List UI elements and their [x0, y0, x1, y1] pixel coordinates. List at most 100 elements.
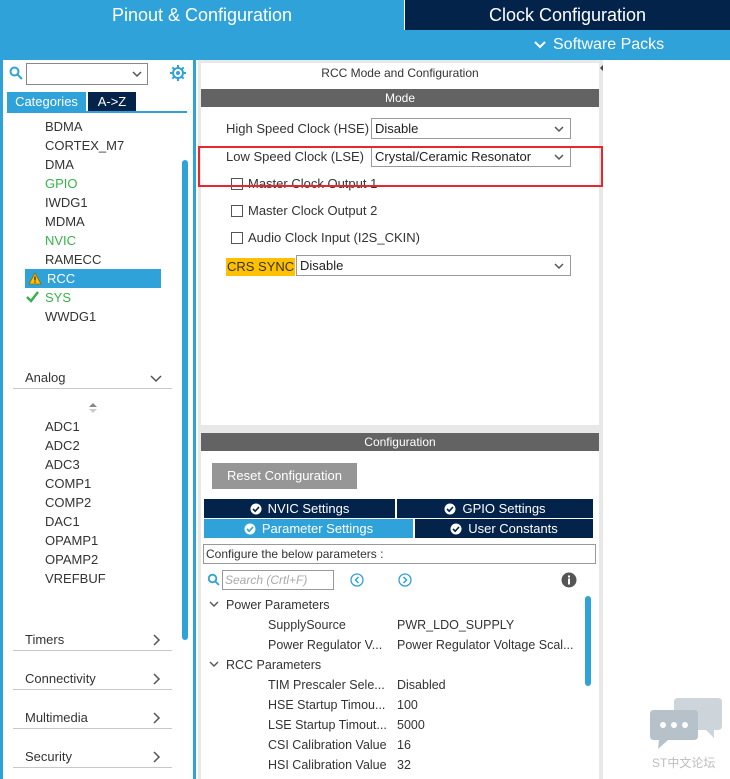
tab-underline	[7, 111, 187, 113]
category-item-dma[interactable]: DMA	[45, 156, 74, 174]
param-key: LSE Startup Timout...	[268, 718, 387, 732]
chevron-down-icon	[534, 41, 546, 49]
reset-configuration-button[interactable]: Reset Configuration	[212, 463, 357, 489]
audio-clock-label: Audio Clock Input (I2S_CKIN)	[248, 230, 420, 245]
tab-clock-configuration[interactable]: Clock Configuration	[405, 0, 730, 30]
mode-header: Mode	[201, 89, 599, 107]
expand-caret-icon[interactable]	[209, 599, 219, 609]
tab-gpio-settings[interactable]: GPIO Settings	[397, 499, 593, 518]
software-packs-menu[interactable]: Software Packs	[533, 34, 664, 56]
param-value[interactable]: PWR_LDO_SUPPLY	[397, 617, 514, 633]
panel-border	[0, 60, 3, 779]
param-value[interactable]: 5000	[397, 717, 425, 733]
section-label: Security	[25, 749, 72, 764]
category-item-adc2[interactable]: ADC2	[45, 437, 80, 455]
group-power-parameters: Power Parameters	[226, 598, 330, 612]
check-circle-icon	[444, 503, 456, 514]
crs-sync-select[interactable]: Disable	[296, 255, 571, 276]
categories-scrollbar[interactable]	[182, 160, 188, 640]
group-rcc-parameters: RCC Parameters	[226, 658, 322, 672]
chevron-down-icon	[132, 71, 142, 78]
parameters-scrollbar[interactable]	[585, 596, 591, 686]
next-icon[interactable]	[398, 573, 412, 587]
expand-caret-icon[interactable]	[209, 659, 219, 669]
sort-icon[interactable]	[88, 402, 98, 414]
software-packs-label: Software Packs	[553, 36, 665, 53]
category-item-dac1[interactable]: DAC1	[45, 513, 80, 531]
param-key: HSI Calibration Value	[268, 758, 387, 772]
warning-icon	[28, 272, 42, 285]
check-circle-icon	[250, 503, 262, 514]
chevron-right-icon	[153, 634, 161, 646]
chevron-down-icon	[554, 263, 564, 270]
tab-nvic-settings[interactable]: NVIC Settings	[204, 499, 395, 518]
section-label: Analog	[25, 370, 66, 385]
param-value[interactable]: 16	[397, 737, 411, 753]
panel-title: RCC Mode and Configuration	[321, 66, 479, 80]
audio-clock-checkbox[interactable]	[231, 232, 243, 244]
select-value: Disable	[300, 258, 344, 273]
section-timers[interactable]: Timers	[13, 629, 172, 651]
tab-label: User Constants	[468, 521, 558, 536]
param-value[interactable]: 32	[397, 757, 411, 773]
category-item-bdma[interactable]: BDMA	[45, 118, 83, 136]
previous-icon[interactable]	[350, 573, 364, 587]
select-value: Disable	[375, 121, 419, 136]
category-item-nvic[interactable]: NVIC	[45, 232, 76, 250]
param-value[interactable]: Disabled	[397, 677, 446, 693]
tab-categories[interactable]: Categories	[7, 92, 86, 111]
chevron-down-icon	[150, 375, 162, 383]
hse-select[interactable]: Disable	[371, 118, 571, 139]
crs-sync-label: CRS SYNC	[226, 258, 296, 276]
param-key: CSI Calibration Value	[268, 738, 387, 752]
category-item-opamp1[interactable]: OPAMP1	[45, 532, 98, 550]
tab-label: NVIC Settings	[267, 501, 350, 516]
chevron-right-icon	[153, 673, 161, 685]
check-circle-icon	[244, 523, 256, 534]
category-item-comp2[interactable]: COMP2	[45, 494, 91, 512]
category-item-gpio[interactable]: GPIO	[45, 175, 78, 193]
category-item-mdma[interactable]: MDMA	[45, 213, 85, 231]
section-analog[interactable]: Analog	[13, 367, 172, 389]
check-circle-icon	[450, 523, 462, 534]
chevron-right-icon	[153, 751, 161, 763]
category-item-rcc[interactable]: RCC	[25, 269, 161, 288]
category-item-opamp2[interactable]: OPAMP2	[45, 551, 98, 569]
chevron-right-icon	[153, 712, 161, 724]
section-label: Connectivity	[25, 671, 96, 686]
info-icon[interactable]	[561, 572, 577, 588]
param-key: TIM Prescaler Sele...	[268, 678, 385, 692]
section-security[interactable]: Security	[13, 746, 172, 768]
category-item-sys[interactable]: SYS	[45, 289, 71, 307]
category-item-adc1[interactable]: ADC1	[45, 418, 80, 436]
category-item-cortex-m7[interactable]: CORTEX_M7	[45, 137, 124, 155]
search-icon	[207, 573, 220, 586]
section-multimedia[interactable]: Multimedia	[13, 707, 172, 729]
category-item-iwdg1[interactable]: IWDG1	[45, 194, 88, 212]
mco2-checkbox[interactable]	[231, 205, 243, 217]
param-key: HSE Startup Timou...	[268, 698, 386, 712]
tab-a-z[interactable]: A->Z	[88, 92, 136, 111]
empty-area	[603, 60, 730, 779]
category-item-wwdg1[interactable]: WWDG1	[45, 308, 96, 326]
configuration-header: Configuration	[201, 433, 599, 451]
tab-user-constants[interactable]: User Constants	[415, 519, 593, 538]
category-item-vrefbuf[interactable]: VREFBUF	[45, 570, 106, 588]
category-item-comp1[interactable]: COMP1	[45, 475, 91, 493]
section-connectivity[interactable]: Connectivity	[13, 668, 172, 690]
category-item-adc3[interactable]: ADC3	[45, 456, 80, 474]
param-value[interactable]: 100	[397, 697, 418, 713]
hse-label: High Speed Clock (HSE)	[226, 121, 370, 136]
param-key: SupplySource	[268, 618, 346, 632]
category-item-ramecc[interactable]: RAMECC	[45, 251, 101, 269]
tab-pinout-configuration[interactable]: Pinout & Configuration	[0, 0, 405, 30]
category-search-combo[interactable]	[26, 63, 148, 85]
tab-parameter-settings[interactable]: Parameter Settings	[204, 519, 413, 538]
param-value[interactable]: Power Regulator Voltage Scal...	[397, 637, 574, 653]
tab-label: Parameter Settings	[261, 521, 374, 536]
tab-label: GPIO Settings	[462, 501, 546, 516]
category-item-label: RCC	[47, 271, 76, 286]
parameter-search-input[interactable]: Search (Crtl+F)	[222, 570, 334, 590]
section-label: Timers	[25, 632, 65, 647]
gear-icon[interactable]	[169, 64, 187, 82]
